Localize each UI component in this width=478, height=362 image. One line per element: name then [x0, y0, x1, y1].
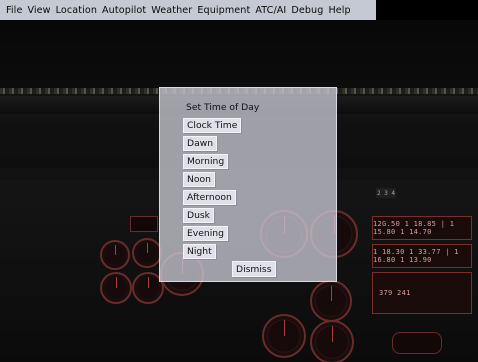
option-morning[interactable]: Morning [183, 154, 229, 169]
menu-debug[interactable]: Debug [291, 5, 323, 16]
menu-view[interactable]: View [27, 5, 50, 16]
dialog-title: Set Time of Day [186, 102, 260, 113]
menu-help[interactable]: Help [328, 5, 350, 16]
menu-location[interactable]: Location [56, 5, 97, 16]
option-noon[interactable]: Noon [183, 172, 215, 187]
option-dusk[interactable]: Dusk [183, 208, 215, 223]
radio-com1: 12G.50 1 18.85 | 1 15.80 1 14.70 [372, 216, 472, 240]
gauge-vsi [310, 280, 352, 322]
radio-com2: 1 18.30 1 33.77 | 1 16.80 1 13.90 [372, 244, 472, 268]
menu-weather[interactable]: Weather [151, 5, 192, 16]
option-night[interactable]: Night [183, 244, 216, 259]
menu-autopilot[interactable]: Autopilot [102, 5, 146, 16]
option-clock-time[interactable]: Clock Time [183, 118, 242, 133]
radio-transponder: 379 241 [372, 272, 472, 314]
menu-bar: File View Location Autopilot Weather Equ… [0, 0, 376, 20]
radio-stack: 12G.50 1 18.85 | 1 15.80 1 14.70 1 18.30… [372, 216, 472, 340]
small-display: 2 3 4 [376, 188, 396, 198]
gauge-heading [262, 314, 306, 358]
option-afternoon[interactable]: Afternoon [183, 190, 236, 205]
menu-equipment[interactable]: Equipment [197, 5, 250, 16]
dismiss-button[interactable]: Dismiss [232, 261, 276, 277]
option-dawn[interactable]: Dawn [183, 136, 218, 151]
option-evening[interactable]: Evening [183, 226, 228, 241]
gauge-turn [310, 320, 354, 362]
menu-atc-ai[interactable]: ATC/AI [255, 5, 286, 16]
panel-box-1 [130, 216, 158, 232]
gauge-3 [100, 272, 132, 304]
time-of-day-dialog: Set Time of Day Clock Time Dawn Morning … [159, 87, 337, 282]
gauge-1 [100, 240, 130, 270]
gauge-2 [132, 238, 162, 268]
menu-file[interactable]: File [6, 5, 22, 16]
